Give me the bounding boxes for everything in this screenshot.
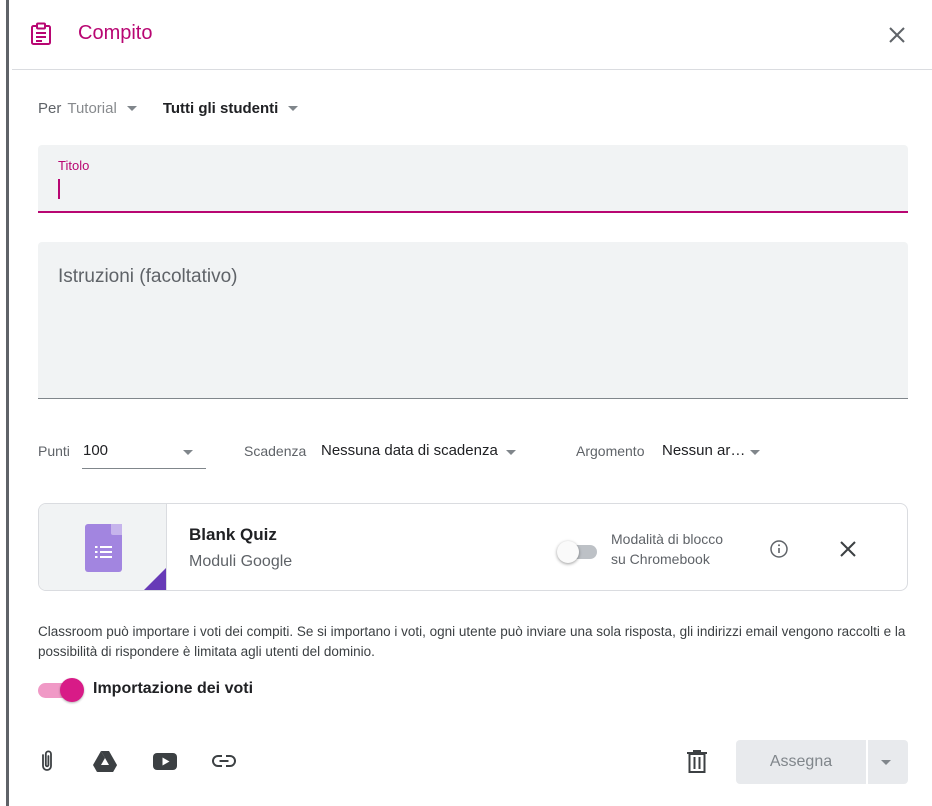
link-icon[interactable] — [211, 748, 237, 774]
trash-icon[interactable] — [684, 748, 710, 774]
toggle-knob — [557, 541, 579, 563]
class-value: Tutorial — [67, 99, 117, 117]
lock-mode-label-line1: Modalità di blocco — [611, 531, 724, 547]
chevron-down-icon — [126, 106, 137, 112]
youtube-icon[interactable] — [152, 748, 178, 774]
topic-label: Argomento — [576, 443, 645, 459]
close-icon[interactable] — [882, 20, 912, 50]
title-label: Titolo — [58, 158, 90, 173]
audience-row: Per Tutorial Tutti gli studenti — [38, 98, 299, 118]
forms-lines-icon — [95, 546, 112, 558]
topic-select[interactable]: Nessun ar… — [662, 442, 745, 459]
lock-mode-label: Modalità di blocco su Chromebook — [611, 529, 751, 569]
grade-import-label: Importazione dei voti — [93, 680, 254, 697]
chevron-down-icon — [288, 106, 299, 112]
students-value: Tutti gli studenti — [162, 99, 279, 117]
attachment-type: Moduli Google — [189, 553, 293, 570]
dialog-header: Compito — [12, 0, 932, 70]
attachment-card[interactable]: Blank Quiz Moduli Google Modalità di blo… — [38, 503, 908, 591]
students-select[interactable]: Tutti gli studenti — [137, 100, 299, 117]
points-underline — [82, 468, 206, 469]
title-input[interactable] — [64, 177, 884, 201]
assign-options-button[interactable] — [867, 740, 908, 784]
text-cursor — [58, 179, 60, 199]
grade-import-toggle[interactable] — [38, 678, 86, 702]
remove-attachment-icon[interactable] — [835, 536, 861, 562]
google-forms-icon — [85, 524, 122, 572]
assign-button[interactable]: Assegna — [736, 740, 866, 784]
instructions-placeholder: Istruzioni (facoltativo) — [58, 266, 238, 287]
attachment-title[interactable]: Blank Quiz — [189, 525, 277, 545]
instructions-field[interactable]: Istruzioni (facoltativo) — [38, 242, 908, 399]
lock-mode-label-line2: su Chromebook — [611, 551, 710, 567]
grades-import-info: Classroom può importare i voti dei compi… — [38, 624, 906, 659]
points-dropdown-icon[interactable] — [183, 450, 193, 455]
title-field[interactable]: Titolo — [38, 145, 908, 213]
points-label: Punti — [38, 443, 70, 459]
dialog-title: Compito — [78, 22, 153, 44]
for-label: Per — [38, 99, 62, 117]
class-select[interactable]: Tutorial — [67, 99, 137, 117]
lock-mode-toggle[interactable] — [557, 541, 601, 563]
assignment-clipboard-icon — [31, 22, 51, 45]
chevron-down-icon — [506, 450, 516, 455]
toggle-knob — [60, 678, 84, 702]
chevron-down-icon — [750, 450, 760, 455]
due-label: Scadenza — [244, 443, 307, 459]
attachment-thumbnail — [39, 504, 167, 590]
attach-icon[interactable] — [34, 748, 60, 774]
info-icon[interactable] — [769, 539, 789, 559]
due-select[interactable]: Nessuna data di scadenza — [321, 442, 498, 459]
left-rail — [0, 0, 9, 806]
thumbnail-corner — [142, 568, 166, 590]
drive-icon[interactable] — [92, 748, 118, 774]
points-input[interactable]: 100 — [83, 442, 108, 459]
chevron-down-icon — [881, 760, 891, 765]
